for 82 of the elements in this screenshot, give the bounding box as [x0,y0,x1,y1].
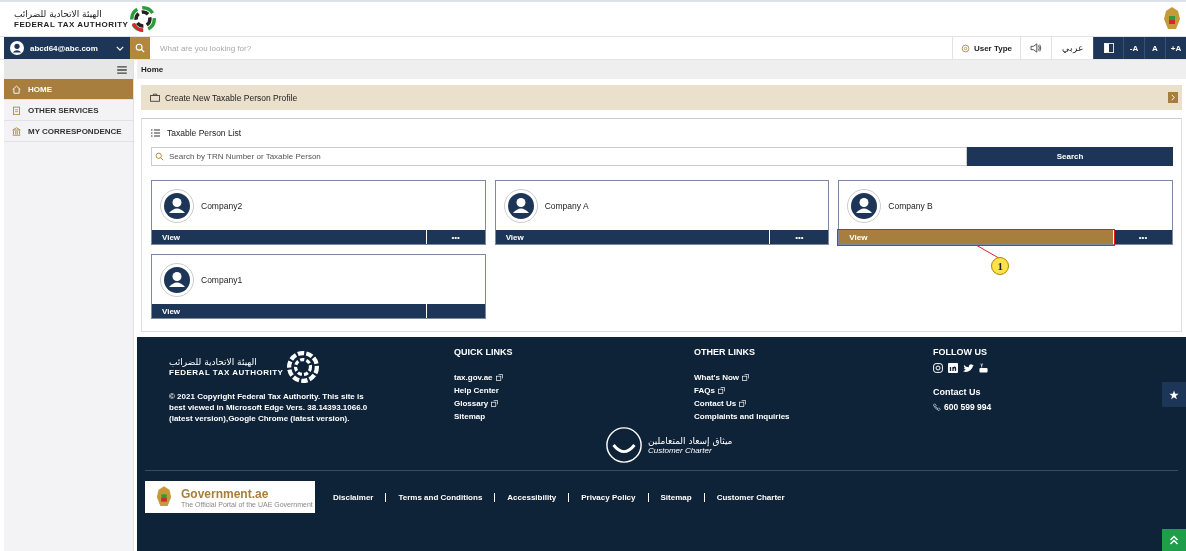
external-link-icon [495,374,503,381]
logo-ring-icon [287,351,320,383]
chevron-right-icon[interactable] [1168,92,1178,103]
footer-link[interactable]: Contact Us [694,399,737,408]
contact-heading: Contact Us [933,387,981,397]
copyright-text: © 2021 Copyright Federal Tax Authority. This site is best viewed in Microsoft Edge Vers. 38.14393.1066.0 (latest version),Google Chrome (latest version). [169,391,369,424]
callout-number: 1 [991,257,1010,275]
font-size-button[interactable]: -A [1123,37,1144,59]
user-menu[interactable]: abcd64@abc.com [4,37,130,59]
column-heading: QUICK LINKS [454,347,513,357]
charter-arabic-text: ميثاق إسعاد المتعاملين [648,435,733,446]
contrast-icon[interactable] [1103,43,1114,53]
youtube-icon[interactable] [979,363,988,373]
footer-link[interactable]: Complaints and Inquiries [694,412,790,421]
smile-logo-icon [605,426,643,464]
footer-bottom-link[interactable]: Accessibility [494,492,569,502]
briefcase-icon [150,93,160,102]
search-button[interactable] [130,37,150,59]
logo-english-text: FEDERAL TAX AUTHORITY [169,368,284,377]
home-icon [12,84,21,94]
double-chevron-up-icon [1169,535,1179,545]
external-link-icon [739,400,747,407]
search-button[interactable]: Search [967,147,1173,166]
footer-link[interactable]: Glossary [454,399,489,408]
footer-link[interactable]: tax.gov.ae [454,373,493,382]
font-size-button[interactable]: A [1144,37,1165,59]
clipboard-icon [12,105,21,115]
star-icon [1169,389,1179,400]
footer-bottom-link[interactable]: Customer Charter [703,492,797,502]
avatar-icon [160,188,194,223]
building-icon [12,126,21,136]
user-type-button[interactable]: User Type [951,37,1020,59]
logo-arabic-text: الهيئة الاتحادية للضرائب [169,357,257,368]
speaker-icon[interactable] [1030,43,1042,53]
company-name: Company1 [201,274,243,285]
favorites-star-button[interactable] [1162,382,1186,407]
footer-bottom-link[interactable]: Sitemap [647,492,704,502]
twitter-icon[interactable] [963,363,974,373]
instagram-icon[interactable] [933,363,943,373]
avatar-icon [847,188,882,223]
taxable-person-search-field[interactable]: Search by TRN Number or Taxable Person [151,147,967,166]
phone-number[interactable]: 600 599 994 [944,402,992,412]
logo-arabic-text: الهيئة الاتحادية للضرائب [14,9,102,20]
column-heading: OTHER LINKS [694,347,755,357]
chevron-down-icon [116,45,124,51]
footer-link[interactable]: Help Center [454,386,499,395]
logo-ring-icon [130,6,157,32]
search-icon [155,152,164,161]
phone-icon [933,403,941,411]
company-name: Company A [544,200,589,211]
footer-bottom-link[interactable]: Privacy Policy [568,492,648,502]
footer-bottom-link[interactable]: Disclaimer [321,492,386,502]
font-size-button[interactable]: +A [1165,37,1186,59]
sidebar-item[interactable]: HOME [4,79,133,100]
user-avatar-icon [10,41,24,55]
list-icon [151,129,160,137]
logo-english-text: FEDERAL TAX AUTHORITY [14,20,129,29]
government-portal-name: Government.ae [181,486,270,501]
linkedin-icon[interactable] [948,363,958,373]
create-profile-banner[interactable]: Create New Taxable Person Profile [141,85,1182,110]
external-link-icon [717,387,725,394]
external-link-icon [491,400,499,407]
column-heading: FOLLOW US [933,347,987,357]
company-name: Company B [888,200,933,211]
footer-link[interactable]: What's Now [694,373,739,382]
footer-link[interactable]: Sitemap [454,412,486,421]
avatar-icon [503,188,538,223]
sidebar-item[interactable]: OTHER SERVICES [4,100,133,121]
company-name: Company2 [201,200,243,211]
charter-english-text: Customer Charter [648,445,713,455]
view-button[interactable]: View [839,230,1113,244]
scroll-to-top-button[interactable] [1162,529,1186,551]
footer-bottom-link[interactable]: Terms and Conditions [385,492,495,502]
gear-icon [960,43,970,53]
footer-link[interactable]: FAQs [694,386,715,395]
avatar-icon [160,262,194,297]
external-link-icon [742,374,749,381]
sidebar-item[interactable]: MY CORRESPONDENCE [4,121,133,142]
search-icon [135,43,145,53]
breadcrumb-link[interactable]: Home [141,65,164,74]
panel-title: Taxable Person List [167,128,242,138]
menu-icon[interactable] [117,65,127,74]
